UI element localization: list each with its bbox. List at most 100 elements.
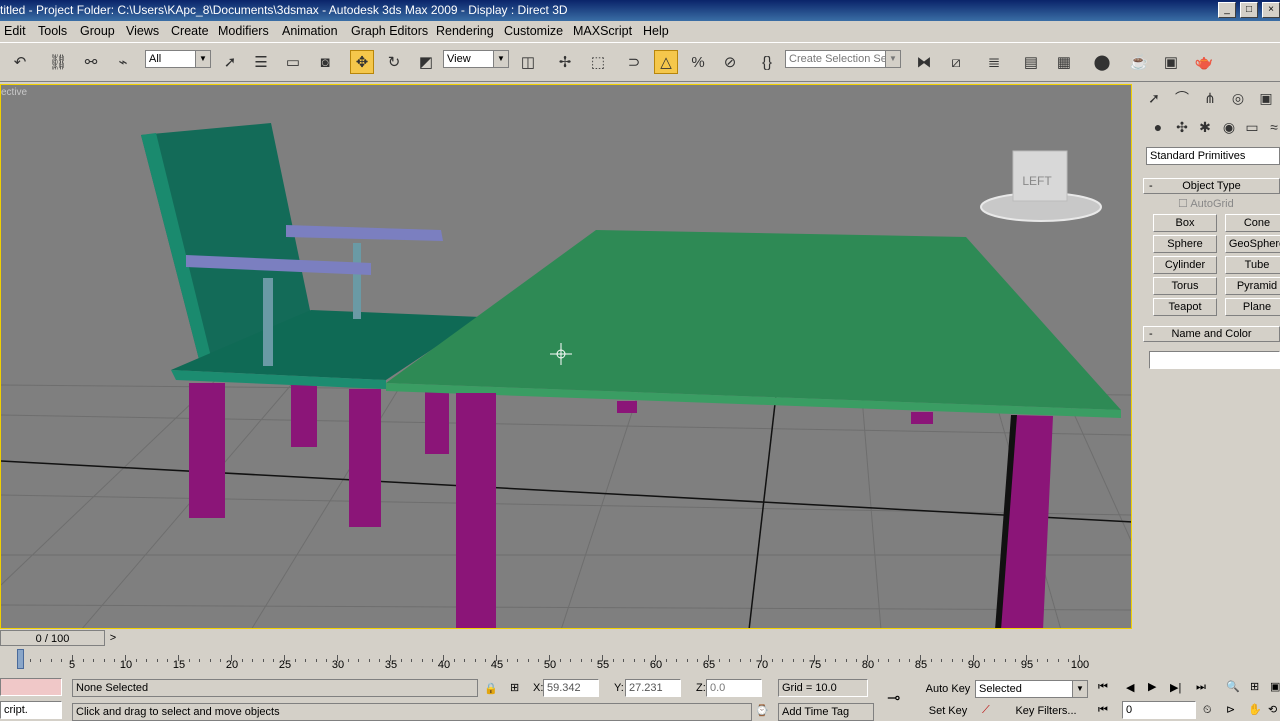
chair-leg-back-right[interactable] [425, 390, 449, 454]
chair-arm-support-back[interactable] [353, 243, 361, 319]
lock-selection-icon[interactable]: 🔒 [484, 682, 498, 695]
menu-animation[interactable]: Animation [282, 24, 338, 38]
key-mode-dropdown[interactable]: Selected ▼ [975, 680, 1088, 698]
go-to-end-icon[interactable]: ⏭ [1196, 681, 1206, 694]
rectangular-selection-icon[interactable]: ▭ [281, 50, 305, 74]
menu-rendering[interactable]: Rendering [436, 24, 494, 38]
zoom-icon[interactable]: 🔍 [1226, 680, 1240, 693]
table-leg-back-left[interactable] [617, 401, 637, 413]
primitive-category-dropdown[interactable]: Standard Primitives [1146, 147, 1280, 165]
edit-named-selection-icon[interactable]: {} [755, 50, 779, 74]
key-mode-toggle-icon[interactable]: ⏮ [1098, 704, 1108, 717]
box-button[interactable]: Box [1153, 214, 1217, 232]
select-and-link-icon[interactable]: ⛓ [46, 50, 70, 74]
menu-tools[interactable]: Tools [38, 24, 67, 38]
display-tab-icon[interactable]: ▣ [1256, 88, 1276, 108]
rendered-frame-window-icon[interactable]: ▣ [1159, 50, 1183, 74]
tube-button[interactable]: Tube [1225, 256, 1280, 274]
object-name-field[interactable] [1149, 351, 1280, 369]
table-top[interactable] [386, 230, 1121, 410]
time-tag-icon[interactable]: ⌚ [755, 704, 769, 717]
pyramid-button[interactable]: Pyramid [1225, 277, 1280, 295]
select-manipulate-icon[interactable]: ✢ [553, 50, 577, 74]
time-slider[interactable]: 0 / 100 > [0, 630, 1132, 646]
chair-leg-front-left[interactable] [189, 383, 225, 518]
z-coordinate-field[interactable]: 0.0 [706, 679, 762, 697]
menu-modifiers[interactable]: Modifiers [218, 24, 269, 38]
set-key-button[interactable]: Set Key [924, 702, 972, 720]
minimize-icon[interactable]: _ [1218, 2, 1236, 18]
orbit-icon[interactable]: ⟲ [1268, 703, 1277, 716]
plane-button[interactable]: Plane [1225, 298, 1280, 316]
chair-armrest-back[interactable] [286, 225, 443, 241]
select-and-move-icon[interactable]: ✥ [350, 50, 374, 74]
cameras-icon[interactable]: ◉ [1219, 117, 1239, 137]
cylinder-button[interactable]: Cylinder [1153, 256, 1217, 274]
render-setup-icon[interactable]: ☕ [1127, 50, 1151, 74]
current-frame-marker[interactable] [17, 649, 24, 669]
close-icon[interactable]: × [1262, 2, 1280, 18]
shapes-icon[interactable]: ✣ [1172, 117, 1192, 137]
select-and-scale-icon[interactable]: ◩ [414, 50, 438, 74]
percent-snap-icon[interactable]: % [686, 50, 710, 74]
geometry-icon[interactable]: ● [1148, 117, 1168, 137]
absolute-transform-icon[interactable]: ⊞ [510, 681, 519, 694]
pivot-center-icon[interactable]: ◫ [516, 50, 540, 74]
motion-tab-icon[interactable]: ◎ [1228, 88, 1248, 108]
mirror-icon[interactable]: ⧓ [912, 50, 936, 74]
cone-button[interactable]: Cone [1225, 214, 1280, 232]
menu-maxscript[interactable]: MAXScript [573, 24, 632, 38]
select-object-icon[interactable]: ➚ [218, 50, 242, 74]
curve-editor-icon[interactable]: ▤ [1019, 50, 1043, 74]
layer-manager-icon[interactable]: ≣ [982, 50, 1006, 74]
space-warps-icon[interactable]: ≈ [1264, 117, 1280, 137]
maxscript-listener-top[interactable] [0, 678, 62, 696]
create-tab-icon[interactable]: ➚ [1144, 88, 1164, 108]
keyboard-shortcut-override-icon[interactable]: ⬚ [586, 50, 610, 74]
lights-icon[interactable]: ✱ [1195, 117, 1215, 137]
next-frame-icon[interactable]: > [106, 630, 120, 646]
y-coordinate-field[interactable]: 27.231 [625, 679, 681, 697]
spinner-snap-icon[interactable]: ⊘ [718, 50, 742, 74]
previous-frame-icon[interactable]: ◀ [1126, 681, 1134, 694]
window-crossing-icon[interactable]: ◙ [313, 50, 337, 74]
menu-group[interactable]: Group [80, 24, 115, 38]
teapot-button[interactable]: Teapot [1153, 298, 1217, 316]
x-coordinate-field[interactable]: 59.342 [543, 679, 599, 697]
angle-snap-icon[interactable]: △ [654, 50, 678, 74]
bind-to-space-warp-icon[interactable]: ⌁ [111, 50, 135, 74]
selection-filter-dropdown[interactable]: All ▼ [145, 50, 211, 68]
modify-tab-icon[interactable]: ⌒ [1172, 88, 1192, 108]
maximize-icon[interactable]: □ [1240, 2, 1258, 18]
autogrid-checkbox[interactable]: ☐ AutoGrid [1178, 197, 1234, 210]
auto-key-button[interactable]: Auto Key [924, 680, 972, 698]
menu-views[interactable]: Views [126, 24, 159, 38]
select-and-rotate-icon[interactable]: ↻ [382, 50, 406, 74]
sphere-button[interactable]: Sphere [1153, 235, 1217, 253]
menu-customize[interactable]: Customize [504, 24, 563, 38]
reference-coordinate-dropdown[interactable]: View ▼ [443, 50, 509, 68]
current-frame-field[interactable]: 0 [1122, 701, 1196, 719]
schematic-view-icon[interactable]: ▦ [1052, 50, 1076, 74]
play-icon[interactable]: ▶ [1148, 680, 1156, 693]
perspective-viewport[interactable]: ective LEFT [0, 84, 1132, 629]
table-leg-back-right[interactable] [911, 412, 933, 424]
zoom-all-icon[interactable]: ⊞ [1250, 680, 1259, 693]
menu-graph-editors[interactable]: Graph Editors [351, 24, 428, 38]
viewcube-face-label[interactable]: LEFT [1022, 174, 1052, 188]
maxscript-listener-bottom[interactable]: cript. [0, 701, 62, 719]
set-key-icon[interactable]: ⟋ [982, 704, 990, 717]
quick-render-icon[interactable]: 🫖 [1192, 50, 1216, 74]
name-and-color-rollout[interactable]: - Name and Color [1143, 326, 1280, 342]
snaps-toggle-icon[interactable]: ⊃ [622, 50, 646, 74]
menu-edit[interactable]: Edit [4, 24, 26, 38]
pan-view-icon[interactable]: ✋ [1248, 703, 1262, 716]
hierarchy-tab-icon[interactable]: ⋔ [1200, 88, 1220, 108]
add-time-tag-button[interactable]: Add Time Tag [778, 703, 874, 721]
object-type-rollout[interactable]: - Object Type [1143, 178, 1280, 194]
chair-leg-back-left[interactable] [291, 385, 317, 447]
time-slider-thumb[interactable]: 0 / 100 [0, 630, 105, 646]
zoom-extents-icon[interactable]: ▣ [1270, 680, 1280, 693]
align-icon[interactable]: ⧄ [944, 50, 968, 74]
key-icon[interactable]: ⊸ [887, 688, 900, 708]
